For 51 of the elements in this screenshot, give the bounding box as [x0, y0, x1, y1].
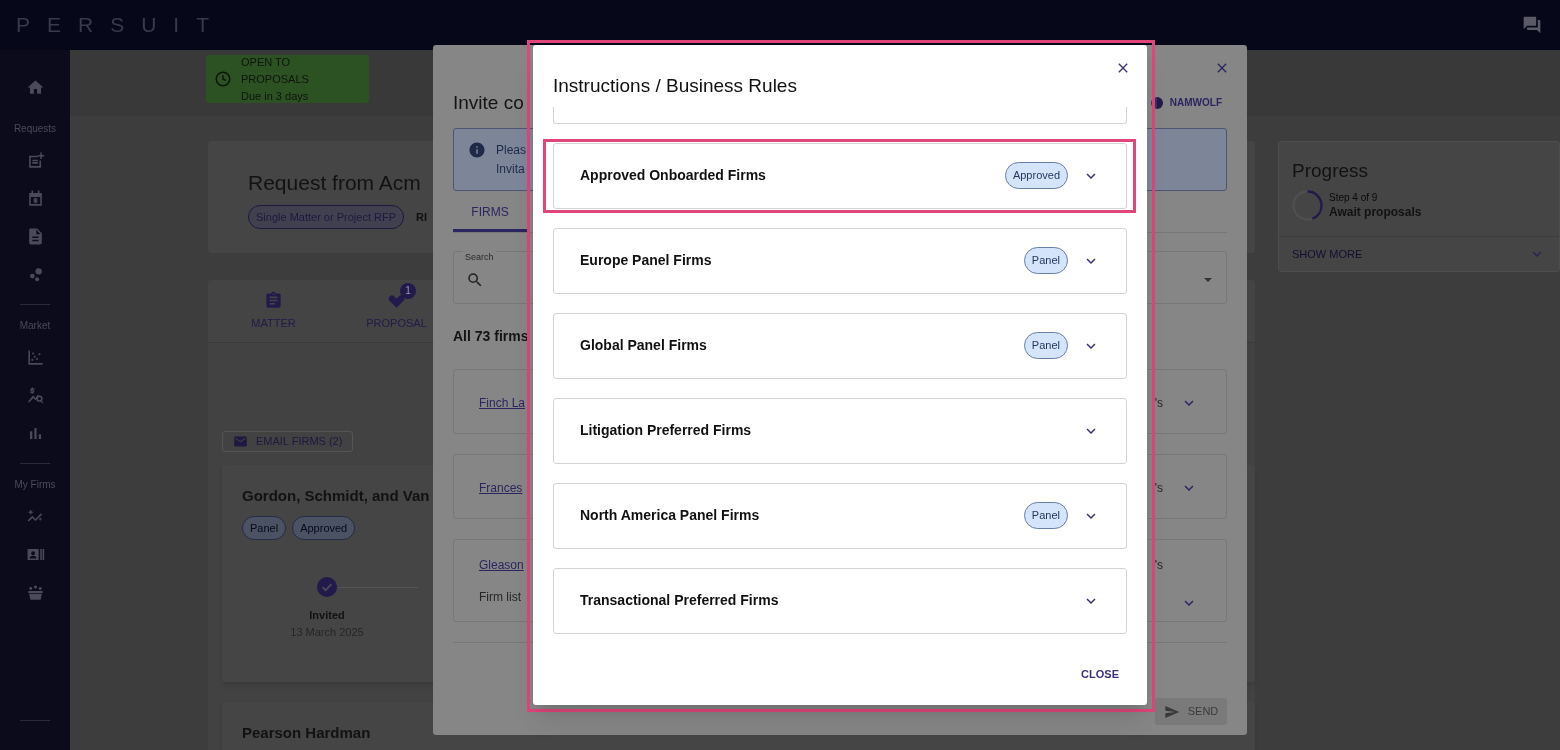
- dialog-tab[interactable]: FIRMS: [453, 195, 527, 232]
- group-name: Litigation Preferred Firms: [580, 421, 752, 440]
- group-name: North America Panel Firms: [580, 506, 760, 525]
- namwolf-label: NAMWOLF: [1169, 96, 1222, 110]
- clock-icon: [214, 70, 232, 88]
- send-icon: [1163, 703, 1180, 720]
- group-name: Approved Onboarded Firms: [580, 166, 766, 185]
- progress-ring: [1292, 189, 1323, 221]
- chat-icon[interactable]: [1522, 15, 1542, 35]
- group-name: Global Panel Firms: [580, 336, 707, 355]
- dollar-search-icon[interactable]: [25, 385, 45, 405]
- group-tag: Panel: [1023, 247, 1068, 274]
- count-badge: 1: [400, 282, 416, 299]
- sidebar-section-label: Market: [18, 319, 52, 333]
- dialog-title: Invite co: [453, 91, 524, 115]
- firm-row-text: 's: [1154, 480, 1163, 497]
- group-name: Europe Panel Firms: [580, 251, 712, 270]
- close-button[interactable]: CLOSE: [1078, 663, 1122, 684]
- half-circle-icon: [1150, 96, 1163, 109]
- firm-count: All 73 firms: [453, 327, 529, 346]
- status-due: Due in 3 days: [241, 88, 310, 104]
- group-name: Transactional Preferred Firms: [580, 591, 779, 610]
- rule-group-card[interactable]: Europe Panel Firms Panel: [553, 227, 1127, 294]
- firm-tag: Panel: [242, 515, 287, 540]
- firm-row-text: 's: [1154, 557, 1163, 574]
- group-tag: Panel: [1023, 332, 1068, 359]
- scatter-chart-icon[interactable]: [25, 347, 45, 367]
- firm-link[interactable]: Gleason: [479, 556, 524, 574]
- dialog-title: Instructions / Business Rules: [553, 74, 797, 98]
- info-text: Invita: [496, 161, 526, 178]
- search-icon: [466, 270, 484, 289]
- rule-group-card[interactable]: Transactional Preferred Firms: [553, 567, 1127, 634]
- firm-link[interactable]: Finch La: [479, 394, 526, 412]
- firm-tag: Approved: [292, 515, 356, 540]
- rule-group-card[interactable]: Global Panel Firms Panel: [553, 312, 1127, 379]
- group-tag: Panel: [1023, 502, 1068, 529]
- rule-group-card[interactable]: Litigation Preferred Firms: [553, 397, 1127, 464]
- group-tag: Approved: [1004, 162, 1068, 189]
- rule-group-card[interactable]: North America Panel Firms Panel: [553, 482, 1127, 549]
- clipboard-icon: [264, 290, 283, 310]
- firm-note: Firm list: [479, 589, 522, 606]
- home-icon[interactable]: [25, 77, 45, 97]
- mail-icon: [233, 434, 248, 449]
- sidebar-section-label: My Firms: [13, 478, 57, 492]
- status-title: OPEN TO PROPOSALS: [241, 54, 310, 87]
- firm-link[interactable]: Frances: [479, 479, 523, 497]
- info-icon: [468, 141, 486, 159]
- sidebar-section-label: Requests: [12, 122, 58, 136]
- info-text: Pleas: [496, 142, 527, 159]
- group-icon[interactable]: [25, 582, 45, 602]
- firm-row-text: 's: [1154, 395, 1163, 412]
